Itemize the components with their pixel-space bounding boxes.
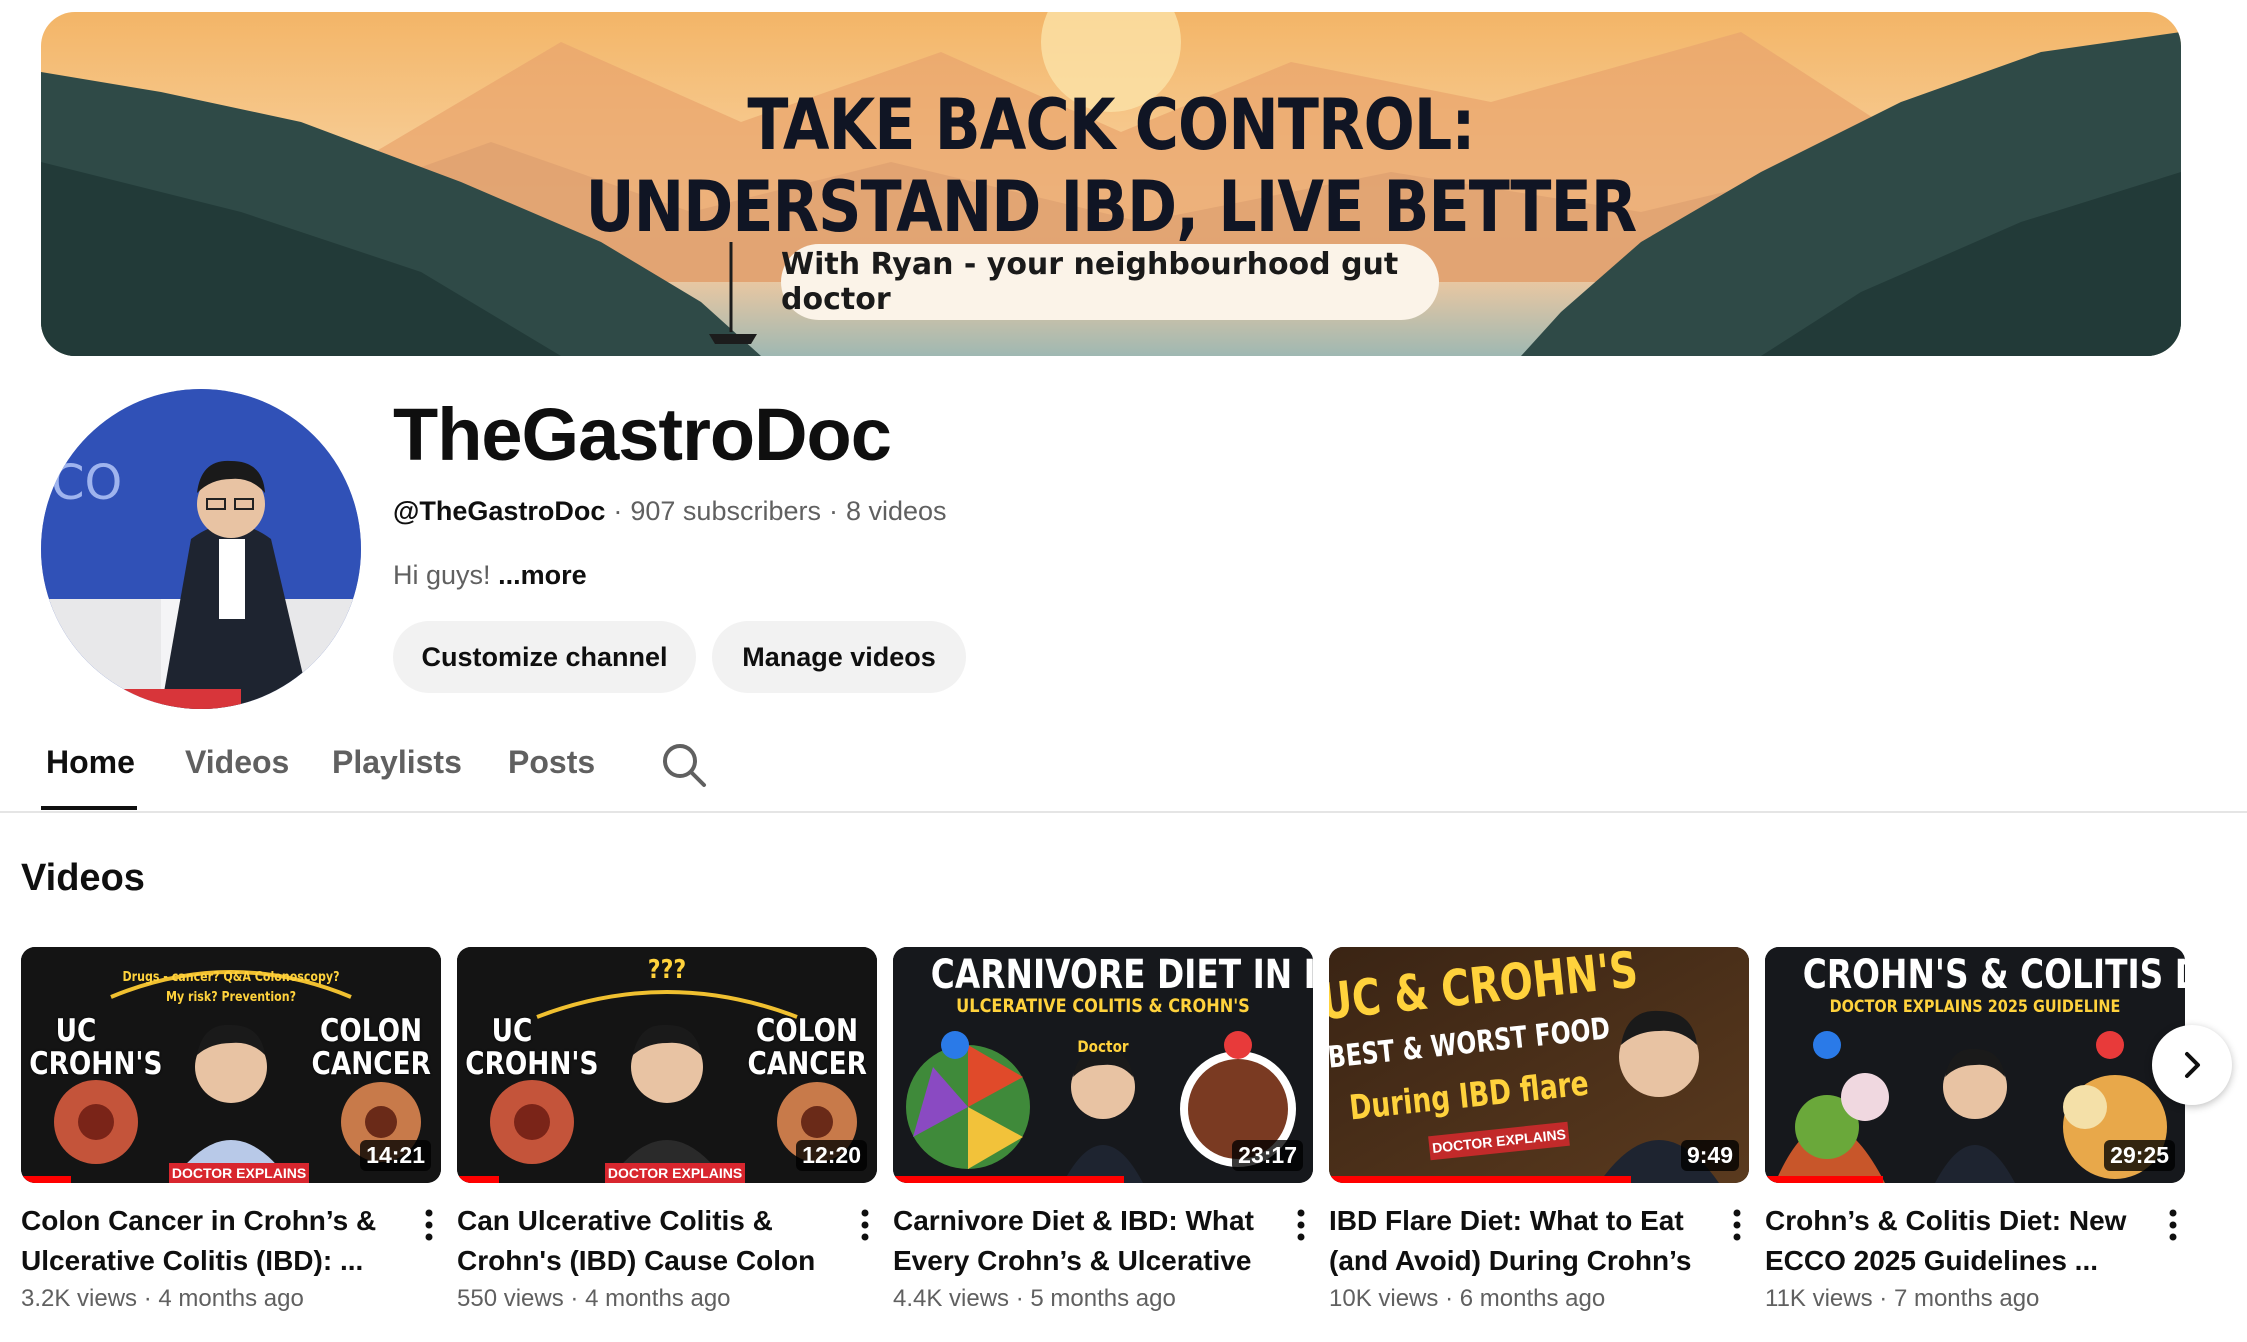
video-duration: 14:21 — [360, 1139, 431, 1171]
view-count: 4.4K views — [893, 1285, 1010, 1312]
more-vert-icon[interactable] — [417, 1205, 441, 1245]
video-duration: 29:25 — [2104, 1139, 2175, 1171]
watch-progress-bar — [457, 1176, 499, 1183]
description-more-link[interactable]: ...more — [498, 560, 587, 590]
view-count: 10K views — [1329, 1285, 1439, 1312]
video-title[interactable]: Carnivore Diet & IBD: What Every Crohn’s… — [893, 1201, 1263, 1281]
thumb-sub-text: My risk? Prevention? — [165, 990, 296, 1005]
banner-title-line1: TAKE BACK CONTROL: — [747, 84, 1475, 166]
tabs-divider — [0, 811, 2247, 813]
meta-separator: · — [1879, 1285, 1888, 1312]
video-stats: 10K views · 6 months ago — [1329, 1285, 1749, 1313]
thumb-sub-text: ULCERATIVE COLITIS & CROHN'S — [956, 995, 1250, 1017]
watch-progress-bar — [893, 1176, 1124, 1183]
video-title[interactable]: Crohn’s & Colitis Diet: New ECCO 2025 Gu… — [1765, 1201, 2135, 1281]
more-vert-icon[interactable] — [1725, 1205, 1749, 1245]
view-count: 550 views — [457, 1285, 564, 1312]
meta-separator: · — [1445, 1285, 1454, 1312]
thumb-left-text: UC CROHN'S — [29, 1013, 163, 1083]
video-card: CROHN'S & COLITIS DIET DOCTOR EXPLAINS 2… — [1765, 947, 2185, 1313]
more-vert-icon[interactable] — [853, 1205, 877, 1245]
active-tab-indicator — [41, 806, 137, 810]
video-stats: 4.4K views · 5 months ago — [893, 1285, 1313, 1313]
more-vert-icon[interactable] — [2161, 1205, 2185, 1245]
channel-description: Hi guys! ...more — [393, 560, 587, 591]
tab-home[interactable]: Home — [46, 744, 135, 781]
watch-progress-bar — [21, 1176, 72, 1183]
avatar-photo: CO — [41, 389, 361, 709]
upload-age: 7 months ago — [1893, 1285, 2040, 1312]
channel-handle[interactable]: @TheGastroDoc — [393, 496, 605, 526]
video-card: ??? UC CROHN'S COLON CANCER DOCTOR EXPLA… — [457, 947, 877, 1313]
customize-channel-button[interactable]: Customize channel — [393, 621, 696, 693]
thumb-sub-text: DOCTOR EXPLAINS 2025 GUIDELINE — [1829, 997, 2121, 1017]
meta-separator: · — [828, 496, 838, 526]
thumb-top-text: CARNIVORE DIET IN IBD — [930, 952, 1313, 998]
subscriber-count: 907 subscribers — [630, 496, 821, 526]
watch-progress-bar — [1765, 1176, 1883, 1183]
video-thumbnail[interactable]: CARNIVORE DIET IN IBD ULCERATIVE COLITIS… — [893, 947, 1313, 1183]
thumb-mid-text: Doctor — [1077, 1037, 1129, 1056]
meta-separator: · — [1015, 1285, 1024, 1312]
search-icon[interactable] — [660, 741, 708, 789]
meta-separator: · — [143, 1285, 152, 1312]
svg-text:CO: CO — [51, 455, 122, 511]
video-thumbnail[interactable]: ??? UC CROHN'S COLON CANCER DOCTOR EXPLA… — [457, 947, 877, 1183]
meta-separator: · — [570, 1285, 579, 1312]
video-thumbnail[interactable]: UC & CROHN'S BEST & WORST FOOD During IB… — [1329, 947, 1749, 1183]
video-stats: 550 views · 4 months ago — [457, 1285, 877, 1313]
description-text: Hi guys! — [393, 560, 491, 590]
tab-playlists[interactable]: Playlists — [332, 744, 462, 781]
video-duration: 9:49 — [1680, 1139, 1739, 1171]
meta-separator: · — [613, 496, 623, 526]
video-title[interactable]: Colon Cancer in Crohn’s & Ulcerative Col… — [21, 1201, 391, 1281]
video-card: UC & CROHN'S BEST & WORST FOOD During IB… — [1329, 947, 1749, 1313]
thumb-tag: DOCTOR EXPLAINS — [169, 1163, 309, 1183]
thumb-right-text: COLON CANCER — [311, 1013, 431, 1083]
video-stats: 3.2K views · 4 months ago — [21, 1285, 441, 1313]
video-title[interactable]: Can Ulcerative Colitis & Crohn's (IBD) C… — [457, 1201, 827, 1281]
section-title[interactable]: Videos — [21, 857, 145, 900]
channel-name: TheGastroDoc — [393, 393, 892, 476]
carousel-next-button[interactable] — [2152, 1025, 2232, 1105]
video-stats: 11K views · 7 months ago — [1765, 1285, 2185, 1313]
channel-avatar[interactable]: CO — [41, 389, 361, 709]
thumb-top-text: ??? — [647, 955, 687, 985]
video-title[interactable]: IBD Flare Diet: What to Eat (and Avoid) … — [1329, 1201, 1699, 1281]
video-duration: 23:17 — [1232, 1139, 1303, 1171]
video-card: Drugs - cancer? Q&A Colonoscopy? My risk… — [21, 947, 441, 1313]
thumb-tag: DOCTOR EXPLAINS — [605, 1163, 745, 1183]
upload-age: 6 months ago — [1459, 1285, 1606, 1312]
thumb-left-text: UC CROHN'S — [465, 1013, 599, 1083]
thumb-top-text: Drugs - cancer? Q&A Colonoscopy? — [122, 970, 340, 985]
tab-videos[interactable]: Videos — [185, 744, 289, 781]
video-duration: 12:20 — [796, 1139, 867, 1171]
video-thumbnail[interactable]: CROHN'S & COLITIS DIET DOCTOR EXPLAINS 2… — [1765, 947, 2185, 1183]
manage-videos-button[interactable]: Manage videos — [712, 621, 966, 693]
chevron-right-icon — [2185, 1052, 2200, 1078]
banner-title-line2: UNDERSTAND IBD, LIVE BETTER — [585, 166, 1638, 248]
watch-progress-bar — [1329, 1176, 1632, 1183]
video-card: CARNIVORE DIET IN IBD ULCERATIVE COLITIS… — [893, 947, 1313, 1313]
thumb-right-text: COLON CANCER — [747, 1013, 867, 1083]
video-count: 8 videos — [845, 496, 947, 526]
view-count: 11K views — [1765, 1285, 1873, 1312]
channel-banner: TAKE BACK CONTROL: UNDERSTAND IBD, LIVE … — [41, 12, 2181, 356]
more-vert-icon[interactable] — [1289, 1205, 1313, 1245]
view-count: 3.2K views — [21, 1285, 138, 1312]
tab-posts[interactable]: Posts — [508, 744, 595, 781]
thumb-top-text: CROHN'S & COLITIS DIET — [1802, 952, 2185, 998]
upload-age: 5 months ago — [1030, 1285, 1176, 1312]
video-thumbnail[interactable]: Drugs - cancer? Q&A Colonoscopy? My risk… — [21, 947, 441, 1183]
upload-age: 4 months ago — [158, 1285, 304, 1312]
banner-tagline: With Ryan - your neighbourhood gut docto… — [781, 244, 1439, 320]
upload-age: 4 months ago — [585, 1285, 731, 1312]
channel-meta: @TheGastroDoc · 907 subscribers · 8 videos — [393, 496, 947, 527]
